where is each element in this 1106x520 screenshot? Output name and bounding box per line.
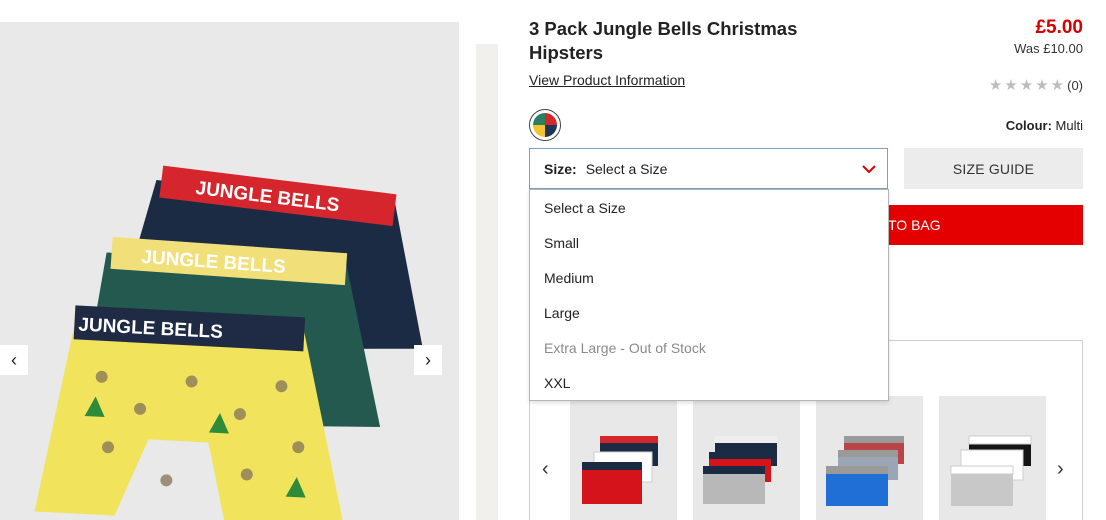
recommended-product-image (582, 436, 658, 504)
gallery-next-button[interactable]: › (414, 345, 442, 375)
recommended-product-image (950, 435, 1032, 506)
star-icon: ★ (1019, 77, 1034, 94)
recommended-product-card[interactable] (939, 396, 1046, 520)
multi-colour-icon (533, 113, 557, 137)
chevron-right-icon: › (425, 349, 431, 370)
chevron-left-icon: ‹ (542, 458, 549, 480)
colour-label: Colour: (1005, 118, 1052, 133)
star-icon: ★ (1035, 77, 1049, 94)
size-select[interactable]: Size: Select a Size (529, 148, 888, 189)
product-image-gallery: JUNGLE BELLS JUNGLE BELLS JUNGLE BELLS (0, 22, 459, 520)
size-option-medium[interactable]: Medium (530, 260, 888, 295)
chevron-down-icon (862, 165, 876, 174)
colour-swatch-multi[interactable] (529, 109, 561, 141)
size-guide-button[interactable]: SIZE GUIDE (904, 148, 1083, 189)
star-icon: ★ (988, 77, 1003, 94)
recommended-product-image (703, 436, 777, 504)
chevron-right-icon: › (1057, 458, 1064, 480)
star-icon: ★ (1050, 77, 1065, 94)
size-label: Size: (544, 160, 577, 177)
star-icon: ★ (1004, 77, 1018, 94)
chevron-left-icon: ‹ (11, 349, 17, 370)
product-title: 3 Pack Jungle Bells Christmas Hipsters (529, 18, 798, 63)
rating[interactable]: ★ ★ ★ ★ ★ (0) (989, 76, 1083, 94)
current-price: £5.00 (1035, 17, 1083, 38)
recommended-product-card[interactable] (816, 396, 923, 520)
colour-value: Multi (1055, 118, 1083, 133)
colour-indicator: Colour: Multi (1006, 118, 1083, 133)
recommended-product-image (826, 436, 904, 506)
gallery-prev-button[interactable]: ‹ (0, 345, 28, 375)
size-option-large[interactable]: Large (530, 295, 888, 330)
size-option-select[interactable]: Select a Size (530, 190, 888, 225)
size-option-xxl[interactable]: XXL (530, 365, 888, 400)
add-to-bag-button[interactable]: TO BAG (860, 205, 1083, 245)
rating-count: (0) (1067, 77, 1083, 93)
add-to-bag-label: TO BAG (888, 217, 941, 233)
recommendations-next-button[interactable]: › (1057, 458, 1064, 481)
recommendations-prev-button[interactable]: ‹ (542, 458, 549, 481)
size-dropdown-list: Select a Size Small Medium Large Extra L… (529, 189, 889, 401)
recommended-product-card[interactable] (570, 396, 677, 520)
recommended-product-card[interactable] (693, 396, 800, 520)
view-product-information-link[interactable]: View Product Information (529, 72, 685, 88)
size-selected-value: Select a Size (585, 160, 668, 177)
size-option-small[interactable]: Small (530, 225, 888, 260)
was-price: Was £10.00 (1014, 41, 1083, 56)
size-option-extra-large: Extra Large - Out of Stock (544, 339, 706, 356)
product-image: JUNGLE BELLS JUNGLE BELLS JUNGLE BELLS (34, 165, 423, 520)
thumbnail-strip (476, 44, 498, 520)
